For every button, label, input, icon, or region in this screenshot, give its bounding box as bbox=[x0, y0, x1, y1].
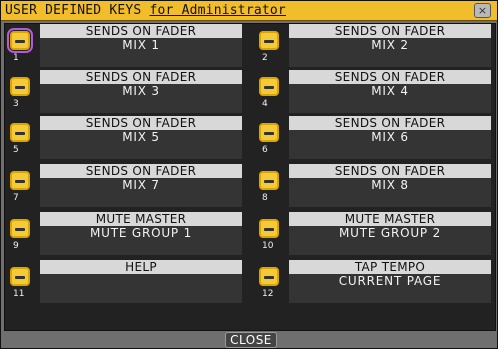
key-button-12[interactable] bbox=[259, 267, 279, 286]
user-defined-keys-window: USER DEFINED KEYS for Administrator × 1 … bbox=[0, 0, 498, 349]
key-button-8[interactable] bbox=[259, 171, 279, 190]
key-function[interactable]: SENDS ON FADER bbox=[40, 116, 242, 130]
key-parameter[interactable]: MIX 3 bbox=[40, 84, 242, 113]
key-slot-10: 10 MUTE MASTER MUTE GROUP 2 bbox=[254, 212, 494, 256]
key-slot-12: 12 TAP TEMPO CURRENT PAGE bbox=[254, 260, 494, 304]
key-parameter[interactable]: MUTE GROUP 1 bbox=[40, 226, 242, 255]
key-function[interactable]: HELP bbox=[40, 260, 242, 274]
key-number: 10 bbox=[262, 241, 274, 251]
key-number: 12 bbox=[262, 289, 274, 299]
key-button-11[interactable] bbox=[10, 267, 30, 286]
key-slot-1: 1 SENDS ON FADER MIX 1 bbox=[5, 24, 245, 68]
key-function[interactable]: SENDS ON FADER bbox=[289, 164, 491, 178]
title-bar: USER DEFINED KEYS for Administrator × bbox=[1, 1, 497, 21]
key-slot-7: 7 SENDS ON FADER MIX 7 bbox=[5, 164, 245, 208]
key-parameter[interactable]: MIX 5 bbox=[40, 130, 242, 159]
keys-grid: 1 SENDS ON FADER MIX 1 3 SENDS ON FADER … bbox=[4, 23, 496, 331]
key-number: 6 bbox=[262, 145, 268, 155]
key-parameter[interactable] bbox=[40, 274, 242, 303]
key-button-1[interactable] bbox=[7, 28, 33, 53]
key-number: 11 bbox=[13, 289, 25, 299]
key-slot-3: 3 SENDS ON FADER MIX 3 bbox=[5, 70, 245, 114]
key-number: 7 bbox=[13, 193, 19, 203]
key-button-10[interactable] bbox=[259, 219, 279, 238]
key-parameter[interactable]: MUTE GROUP 2 bbox=[289, 226, 491, 255]
close-button[interactable]: CLOSE bbox=[225, 332, 277, 348]
key-button-2[interactable] bbox=[259, 31, 279, 50]
key-parameter[interactable]: MIX 7 bbox=[40, 178, 242, 207]
key-parameter[interactable]: MIX 4 bbox=[289, 84, 491, 113]
key-slot-2: 2 SENDS ON FADER MIX 2 bbox=[254, 24, 494, 68]
key-function[interactable]: SENDS ON FADER bbox=[289, 116, 491, 130]
key-button-4[interactable] bbox=[259, 77, 279, 96]
key-number: 9 bbox=[13, 241, 19, 251]
key-slot-8: 8 SENDS ON FADER MIX 8 bbox=[254, 164, 494, 208]
key-slot-5: 5 SENDS ON FADER MIX 5 bbox=[5, 116, 245, 160]
key-parameter[interactable]: MIX 1 bbox=[40, 38, 242, 67]
key-number: 3 bbox=[13, 99, 19, 109]
key-parameter[interactable]: MIX 6 bbox=[289, 130, 491, 159]
window-title: USER DEFINED KEYS for Administrator bbox=[5, 3, 286, 18]
key-button-9[interactable] bbox=[10, 219, 30, 238]
key-function[interactable]: MUTE MASTER bbox=[289, 212, 491, 226]
key-slot-4: 4 SENDS ON FADER MIX 4 bbox=[254, 70, 494, 114]
key-function[interactable]: MUTE MASTER bbox=[40, 212, 242, 226]
key-parameter[interactable]: MIX 2 bbox=[289, 38, 491, 67]
title-text: USER DEFINED KEYS bbox=[5, 3, 142, 18]
key-function[interactable]: SENDS ON FADER bbox=[289, 24, 491, 38]
key-function[interactable]: SENDS ON FADER bbox=[289, 70, 491, 84]
key-function[interactable]: TAP TEMPO bbox=[289, 260, 491, 274]
key-parameter[interactable]: MIX 8 bbox=[289, 178, 491, 207]
key-button-3[interactable] bbox=[10, 77, 30, 96]
key-function[interactable]: SENDS ON FADER bbox=[40, 164, 242, 178]
key-slot-6: 6 SENDS ON FADER MIX 6 bbox=[254, 116, 494, 160]
key-slot-11: 11 HELP bbox=[5, 260, 245, 304]
close-icon[interactable]: × bbox=[474, 3, 491, 18]
key-button-6[interactable] bbox=[259, 123, 279, 142]
bottom-bar: CLOSE bbox=[1, 331, 497, 348]
key-number: 8 bbox=[262, 193, 268, 203]
key-button-7[interactable] bbox=[10, 171, 30, 190]
key-slot-9: 9 MUTE MASTER MUTE GROUP 1 bbox=[5, 212, 245, 256]
key-function[interactable]: SENDS ON FADER bbox=[40, 70, 242, 84]
key-number: 1 bbox=[13, 53, 19, 63]
title-owner: for Administrator bbox=[149, 3, 286, 18]
key-parameter[interactable]: CURRENT PAGE bbox=[289, 274, 491, 303]
key-function[interactable]: SENDS ON FADER bbox=[40, 24, 242, 38]
key-number: 4 bbox=[262, 99, 268, 109]
key-number: 2 bbox=[262, 53, 268, 63]
key-button-5[interactable] bbox=[10, 123, 30, 142]
key-number: 5 bbox=[13, 145, 19, 155]
